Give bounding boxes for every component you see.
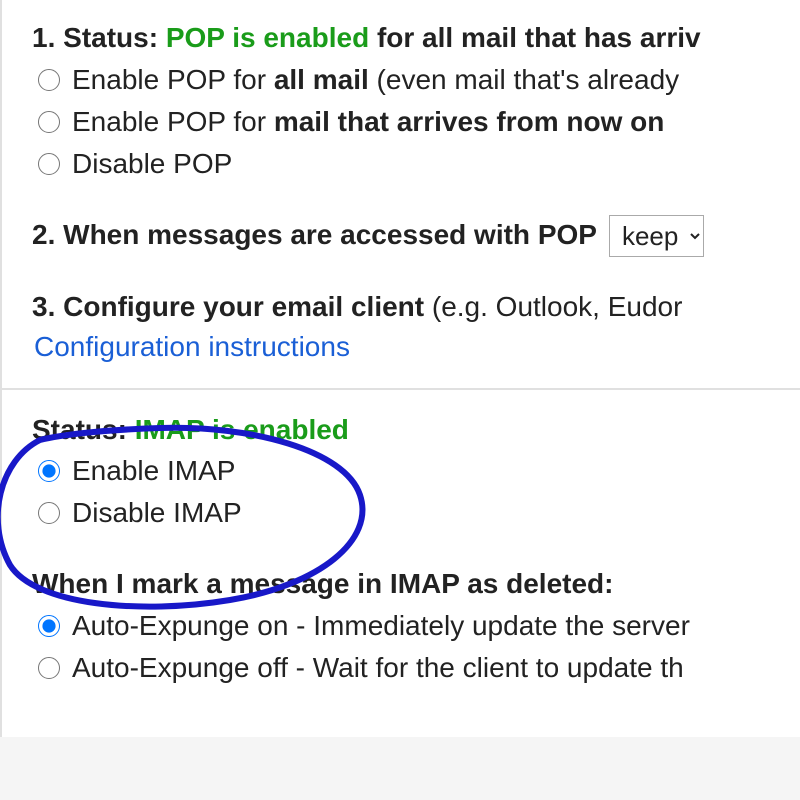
- configure-heading: 3. Configure your email client (e.g. Out…: [32, 287, 800, 328]
- pop-enable-new-radio[interactable]: [38, 111, 60, 133]
- configure-section: 3. Configure your email client (e.g. Out…: [32, 287, 800, 368]
- imap-status-label: Status:: [32, 414, 127, 445]
- pop-enable-all-label: Enable POP for all mail (even mail that'…: [72, 59, 679, 101]
- configure-suffix: (e.g. Outlook, Eudor: [424, 291, 682, 322]
- imap-disable-label: Disable IMAP: [72, 492, 242, 534]
- pop-enable-new-row: Enable POP for mail that arrives from no…: [38, 101, 800, 143]
- expunge-on-row: Auto-Expunge on - Immediately update the…: [38, 605, 800, 647]
- pop-status-heading: 1. Status: POP is enabled for all mail t…: [32, 18, 800, 59]
- imap-disable-radio[interactable]: [38, 502, 60, 524]
- pop-status-suffix: for all mail that has arriv: [369, 22, 700, 53]
- configure-text: Configure your email client: [63, 291, 424, 322]
- pop-access-select[interactable]: keep: [609, 215, 704, 257]
- imap-disable-row: Disable IMAP: [38, 492, 800, 534]
- pop-enable-all-row: Enable POP for all mail (even mail that'…: [38, 59, 800, 101]
- pop-enable-new-label: Enable POP for mail that arrives from no…: [72, 101, 664, 143]
- expunge-off-label: Auto-Expunge off - Wait for the client t…: [72, 647, 684, 689]
- section-number-3: 3.: [32, 291, 55, 322]
- pop-disable-label: Disable POP: [72, 143, 232, 185]
- pop-status-section: 1. Status: POP is enabled for all mail t…: [32, 18, 800, 185]
- pop-disable-radio[interactable]: [38, 153, 60, 175]
- section-number-2: 2.: [32, 219, 55, 250]
- pop-access-heading: 2. When messages are accessed with POP: [32, 215, 597, 256]
- imap-enable-row: Enable IMAP: [38, 450, 800, 492]
- expunge-on-radio[interactable]: [38, 615, 60, 637]
- configuration-instructions-link[interactable]: Configuration instructions: [32, 327, 800, 368]
- divider: [2, 388, 800, 390]
- expunge-off-row: Auto-Expunge off - Wait for the client t…: [38, 647, 800, 689]
- pop-status-value: POP is enabled: [166, 22, 369, 53]
- imap-enable-radio[interactable]: [38, 460, 60, 482]
- imap-status-heading: Status: IMAP is enabled: [32, 410, 800, 451]
- imap-status-section: Status: IMAP is enabled Enable IMAP Disa…: [32, 410, 800, 535]
- status-label: Status:: [63, 22, 158, 53]
- pop-enable-all-radio[interactable]: [38, 69, 60, 91]
- expunge-section: When I mark a message in IMAP as deleted…: [32, 564, 800, 689]
- pop-access-text: When messages are accessed with POP: [63, 219, 597, 250]
- expunge-on-label: Auto-Expunge on - Immediately update the…: [72, 605, 690, 647]
- imap-enable-label: Enable IMAP: [72, 450, 235, 492]
- expunge-off-radio[interactable]: [38, 657, 60, 679]
- imap-status-value: IMAP is enabled: [135, 414, 349, 445]
- expunge-heading: When I mark a message in IMAP as deleted…: [32, 564, 800, 605]
- pop-disable-row: Disable POP: [38, 143, 800, 185]
- pop-access-section: 2. When messages are accessed with POP k…: [32, 215, 800, 257]
- section-number-1: 1.: [32, 22, 55, 53]
